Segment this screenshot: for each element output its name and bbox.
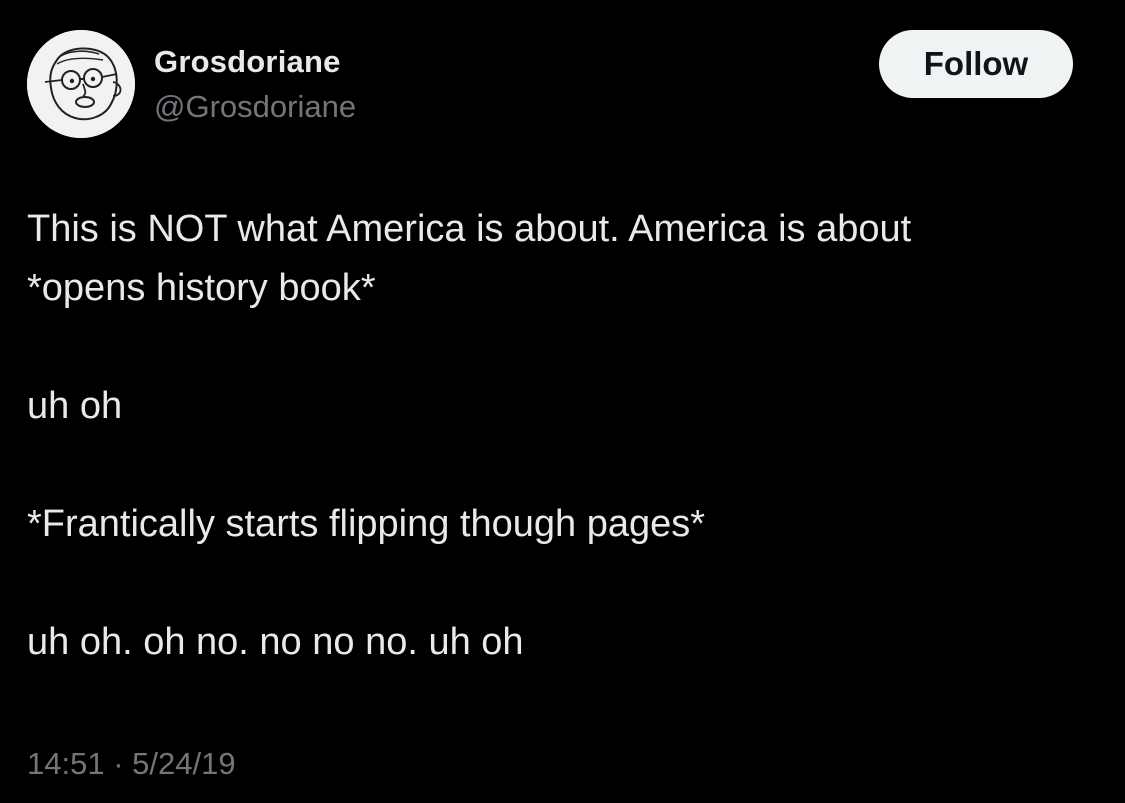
sketch-face-avatar-icon (27, 30, 135, 138)
tweet-line: *Frantically starts flipping though page… (27, 503, 706, 545)
tweet-text: This is NOT what America is about. Ameri… (27, 200, 1097, 672)
avatar[interactable] (27, 30, 135, 138)
tweet-line: uh oh. oh no. no no no. uh oh (27, 621, 524, 663)
author-handle[interactable]: @Grosdoriane (154, 85, 356, 129)
follow-button[interactable]: Follow (879, 30, 1073, 98)
tweet-line: uh oh (27, 385, 123, 427)
tweet-line: *opens history book* (27, 267, 376, 309)
tweet-timestamp[interactable]: 14:51 · 5/24/19 (27, 742, 236, 786)
author-display-name[interactable]: Grosdoriane (154, 40, 341, 84)
tweet-line: This is NOT what America is about. Ameri… (27, 208, 912, 250)
tweet-card: Grosdoriane @Grosdoriane Follow This is … (0, 0, 1125, 803)
